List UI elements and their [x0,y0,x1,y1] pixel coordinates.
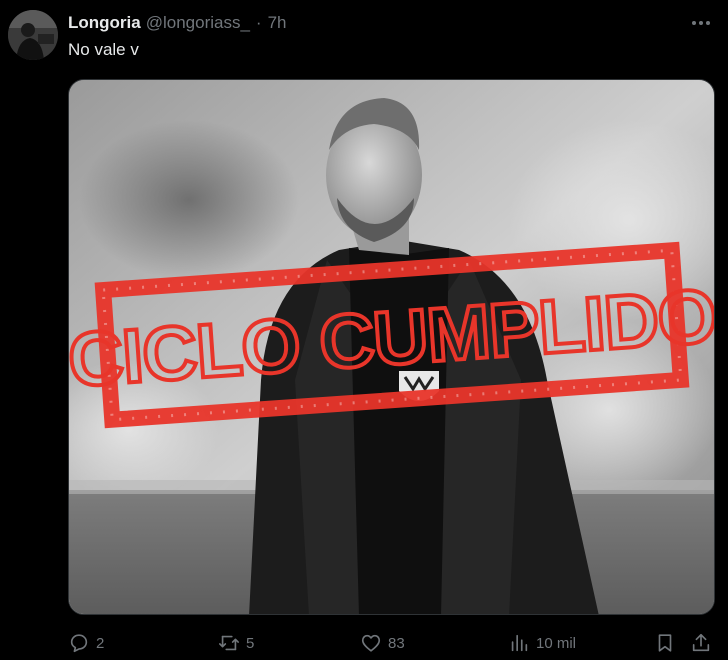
share-button[interactable] [690,628,712,658]
avatar[interactable] [8,10,58,60]
timestamp[interactable]: 7h [268,13,287,33]
reply-button[interactable]: 2 [68,628,104,658]
action-bar: 2 5 83 10 mil [68,628,718,658]
like-icon [361,634,381,652]
reply-icon [70,634,88,653]
more-button[interactable] [688,12,714,34]
more-icon [692,21,710,25]
like-count: 83 [388,634,405,652]
bookmark-button[interactable] [654,628,676,658]
author-handle[interactable]: @longoriass_ [146,13,250,33]
bookmark-icon [658,634,672,652]
repost-button[interactable]: 5 [218,628,254,658]
like-button[interactable]: 83 [360,628,405,658]
share-icon [692,633,710,652]
separator-dot: · [255,13,262,32]
repost-icon [219,635,239,651]
tweet-header: Longoria @longoriass_ · 7h [68,12,287,34]
author-name[interactable]: Longoria [68,13,141,33]
views-icon [511,634,528,652]
repost-count: 5 [246,634,255,652]
views-button[interactable]: 10 mil [508,628,576,658]
reply-count: 2 [96,634,105,652]
tweet-image[interactable]: CICLO CUMPLIDO [68,79,715,615]
views-count: 10 mil [536,634,577,652]
tweet-text: No vale v [68,40,139,59]
